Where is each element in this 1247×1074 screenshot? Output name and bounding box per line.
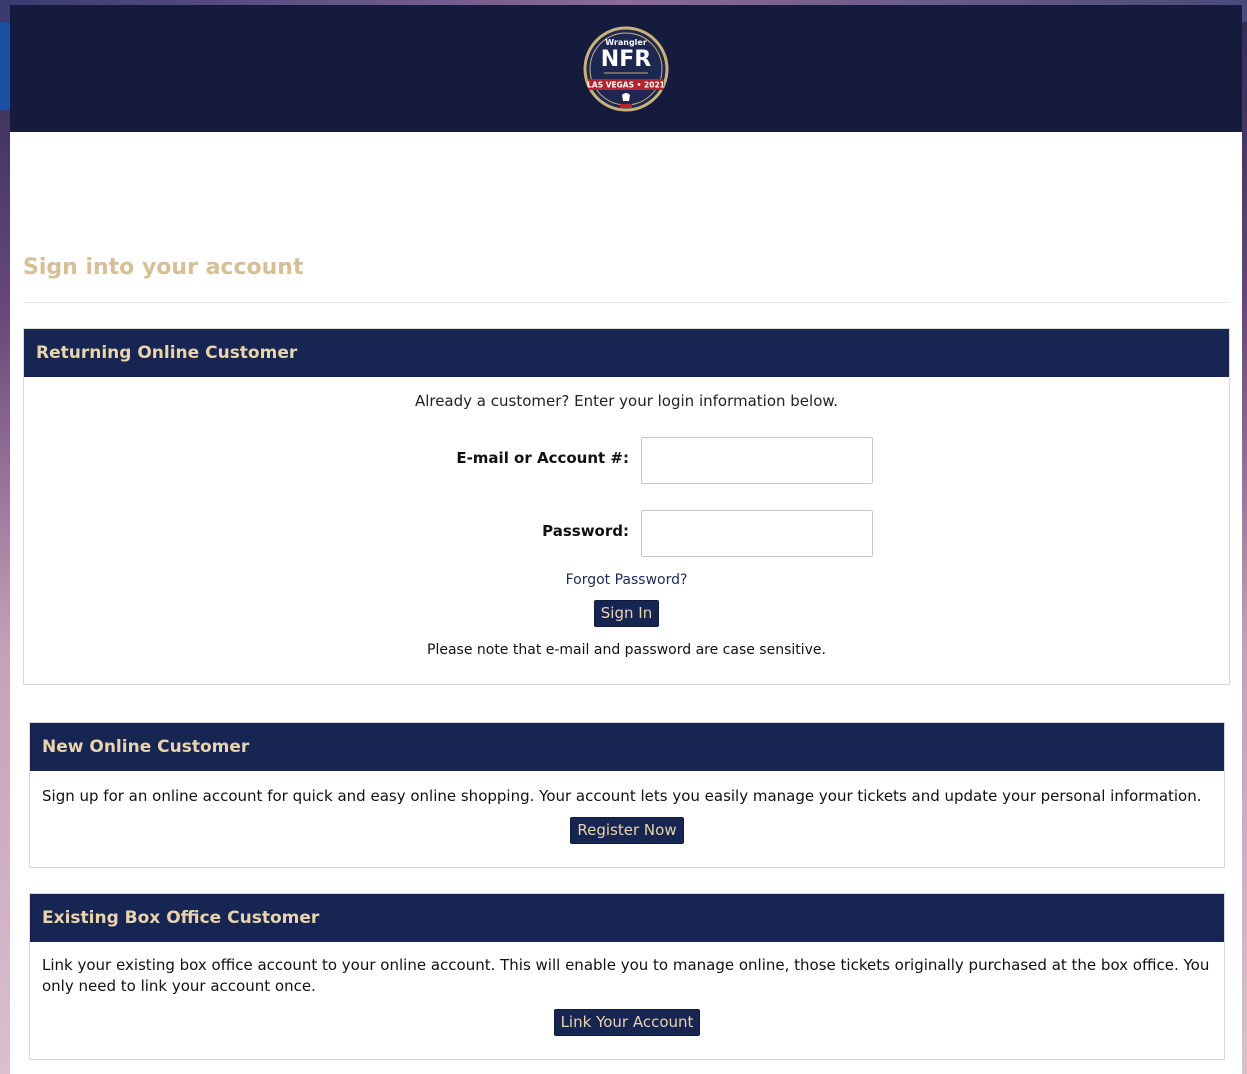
logo-name-text: NFR — [601, 47, 651, 72]
nfr-logo-icon[interactable]: Wrangler NFR LAS VEGAS • 2021 — [582, 25, 670, 113]
forgot-password-link[interactable]: Forgot Password? — [24, 572, 1229, 588]
register-button-row: Register Now — [30, 817, 1224, 844]
new-customer-description: Sign up for an online account for quick … — [42, 787, 1202, 805]
sign-in-button-row: Sign In — [24, 600, 1229, 627]
register-now-button[interactable]: Register Now — [570, 817, 684, 844]
login-intro-text: Already a customer? Enter your login inf… — [414, 392, 839, 410]
password-input[interactable] — [641, 510, 873, 557]
box-office-customer-panel: Existing Box Office Customer Link your e… — [29, 893, 1225, 1060]
returning-customer-panel: Returning Online Customer Already a cust… — [23, 328, 1230, 685]
link-your-account-button[interactable]: Link Your Account — [553, 1009, 701, 1036]
title-divider — [23, 302, 1230, 303]
box-office-description: Link your existing box office account to… — [42, 956, 1210, 995]
password-label: Password: — [542, 522, 629, 540]
email-label: E-mail or Account #: — [456, 449, 629, 467]
new-customer-heading: New Online Customer — [30, 723, 1224, 771]
returning-customer-heading: Returning Online Customer — [24, 329, 1229, 377]
link-account-button-row: Link Your Account — [30, 1009, 1224, 1036]
page-container: Wrangler NFR LAS VEGAS • 2021 Sign into … — [10, 5, 1242, 1074]
box-office-customer-heading: Existing Box Office Customer — [30, 894, 1224, 942]
site-header: Wrangler NFR LAS VEGAS • 2021 — [10, 5, 1242, 132]
new-customer-panel: New Online Customer Sign up for an onlin… — [29, 722, 1225, 868]
email-or-account-input[interactable] — [641, 437, 873, 484]
case-sensitive-note: Please note that e-mail and password are… — [427, 642, 826, 658]
logo-banner-text: LAS VEGAS • 2021 — [587, 80, 665, 89]
logo-brand-text: Wrangler — [605, 38, 647, 47]
sign-in-button[interactable]: Sign In — [593, 600, 660, 627]
page-title: Sign into your account — [23, 255, 304, 280]
